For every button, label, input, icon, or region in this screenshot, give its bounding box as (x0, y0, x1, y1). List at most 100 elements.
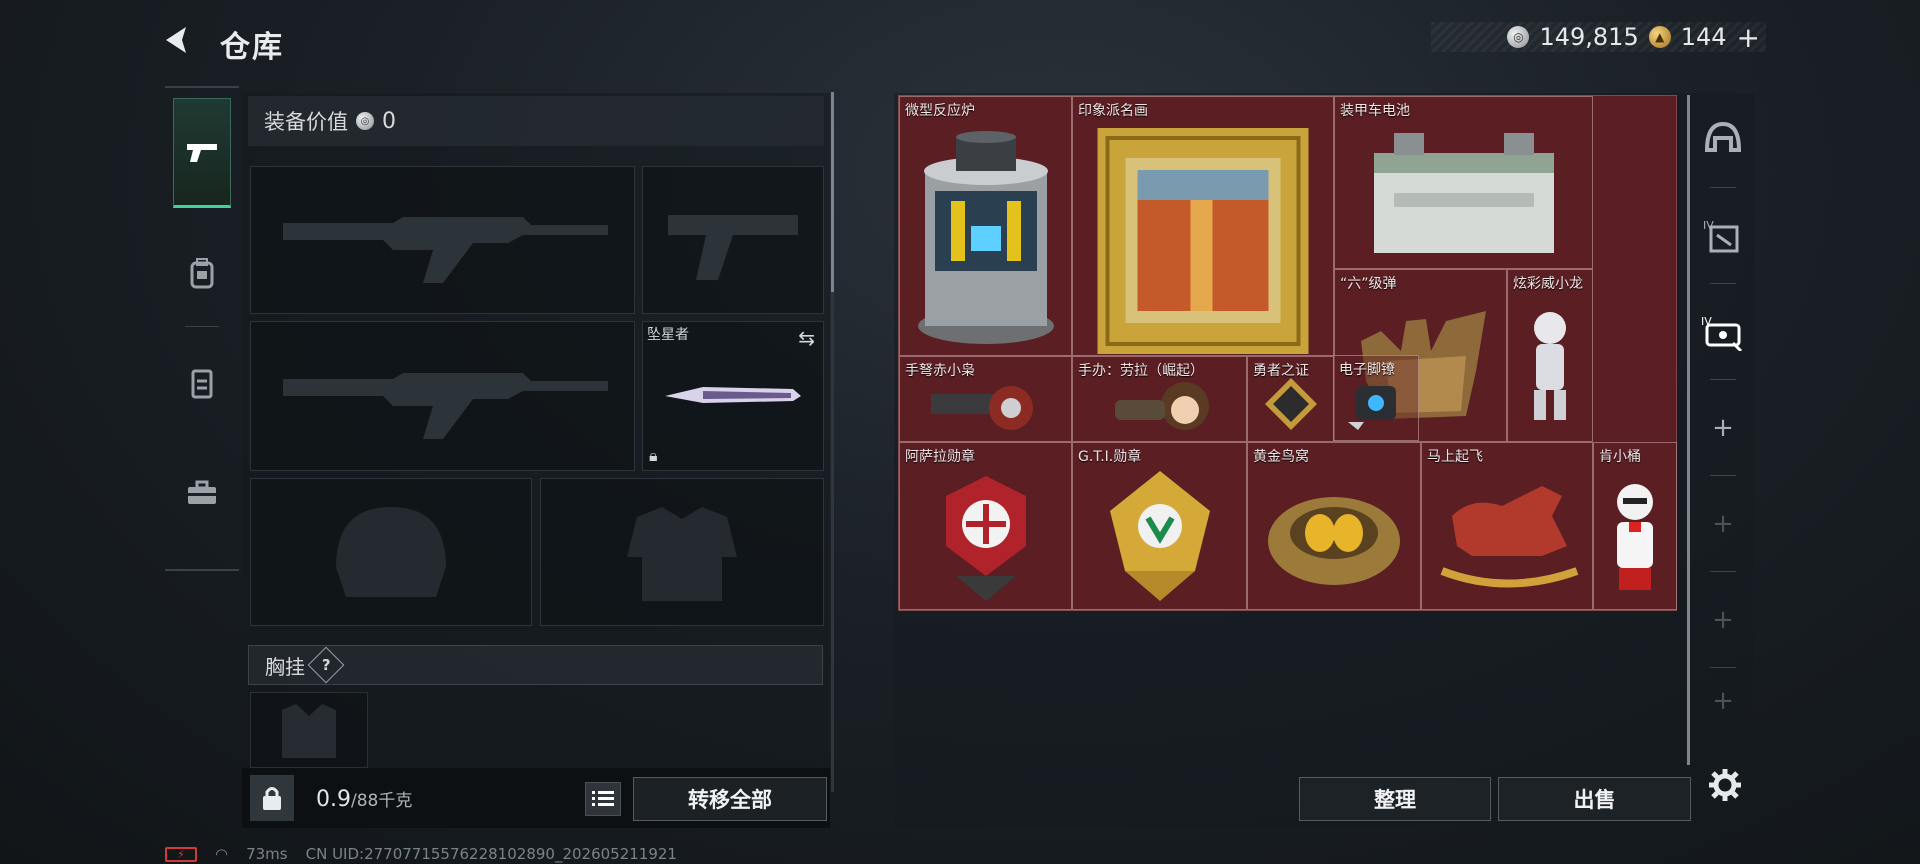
battery-icon: ⚡ (165, 846, 197, 862)
stash-item[interactable]: 肯小桶 (1593, 442, 1677, 610)
pistol-silhouette-icon (668, 215, 798, 280)
stash-item[interactable]: 电子脚镣 (1333, 355, 1419, 441)
filter-add-3[interactable]: + (1694, 575, 1752, 665)
equipment-value: 0 (382, 108, 396, 134)
lock-button[interactable] (250, 775, 294, 821)
filter-add-4[interactable]: + (1694, 671, 1752, 731)
weight-current: 0.9 (316, 787, 351, 812)
silver-coin-icon: ◎ (1507, 26, 1530, 48)
filter-rail: IV IV + + + + (1694, 93, 1752, 773)
tier-4-ticket-icon: IV (1701, 315, 1743, 351)
gear-icon (1709, 769, 1741, 801)
category-rail (165, 86, 239, 571)
lock-icon: 🔒︎ (649, 446, 658, 465)
category-weapons[interactable] (173, 98, 231, 208)
filter-tier-4-armor[interactable]: IV (1694, 191, 1752, 281)
crossbow-toy-icon (930, 386, 1033, 431)
weight-max: /88千克 (351, 791, 413, 811)
filter-add-1[interactable]: + (1694, 383, 1752, 473)
helmet-silhouette-icon (336, 507, 446, 597)
item-name: 阿萨拉勋章 (905, 449, 975, 465)
lock-icon (263, 787, 281, 810)
settings-button[interactable] (1702, 762, 1748, 808)
armor-slot[interactable] (540, 478, 824, 626)
page-title: 仓库 (220, 30, 284, 65)
secondary-weapon-slot[interactable] (250, 321, 635, 471)
rail-divider (185, 326, 219, 327)
tier-4-armor-icon: IV (1703, 219, 1739, 253)
stash-item[interactable]: 阿萨拉勋章 (899, 442, 1072, 610)
painting-icon (1097, 128, 1309, 355)
stash-item[interactable]: 印象派名画 (1072, 96, 1334, 356)
stash-item[interactable]: 马上起飞 (1421, 442, 1593, 610)
ping-readout: 73ms (246, 845, 288, 863)
chest-rig-silhouette-icon (282, 704, 336, 758)
item-name: 微型反应炉 (905, 103, 975, 119)
stash-item[interactable]: 微型反应炉 (899, 96, 1072, 356)
stash-item[interactable]: G.T.I.勋章 (1072, 442, 1247, 610)
badge-icon (1264, 378, 1317, 431)
gold-amount: 144 (1680, 23, 1727, 51)
item-name: 印象派名画 (1078, 103, 1148, 119)
filter-add-2[interactable]: + (1694, 479, 1752, 569)
add-icon: + (1712, 686, 1734, 716)
sidearm-slot[interactable] (642, 166, 824, 314)
status-bar: ⚡ ◠ 73ms CN UID:2770771557622810289​0_20… (165, 845, 677, 863)
list-view-button[interactable] (585, 782, 621, 816)
equipment-value-bar: 装备价值 ◎ 0 (248, 96, 824, 146)
silver-coin-icon: ◎ (356, 112, 374, 130)
sort-button[interactable]: 整理 (1299, 777, 1491, 821)
stash-item[interactable]: 炫彩威小龙 (1507, 269, 1593, 442)
stash-item[interactable]: 手办：劳拉（崛起） (1072, 356, 1247, 442)
item-name: G.T.I.勋章 (1078, 449, 1142, 465)
stash-item[interactable]: 勇者之证 (1247, 356, 1334, 442)
primary-weapon-slot[interactable] (250, 166, 635, 314)
stash-item[interactable]: 手弩赤小枭 (899, 356, 1072, 442)
equipment-scrollbar[interactable] (831, 92, 834, 792)
item-name: 装甲车电池 (1340, 103, 1410, 119)
add-icon: + (1712, 605, 1734, 635)
chest-rig-header: 胸挂 ? (248, 645, 823, 685)
stash-grid: 微型反应炉 印象派名画 装甲车电池 “六”级弹 炫彩威小龙 手弩赤小枭 手办：劳… (898, 95, 1677, 611)
ankle-monitor-icon (1348, 386, 1396, 430)
melee-slot[interactable]: 坠星者 ⇆ 🔒︎ (642, 321, 824, 471)
stash-item[interactable]: 黄金鸟窝 (1247, 442, 1421, 610)
stash-scrollbar[interactable] (1687, 95, 1690, 765)
medal-red-icon (945, 475, 1026, 601)
help-icon[interactable]: ? (307, 646, 345, 684)
swap-icon[interactable]: ⇆ (798, 326, 815, 350)
uid-readout: CN UID:2770771557622810289​0_20260521192… (305, 845, 677, 863)
equipment-value-label: 装备价值 (264, 110, 348, 134)
colonel-figure-icon (1617, 483, 1653, 590)
battery-icon (1373, 132, 1554, 253)
category-backpack[interactable] (173, 218, 231, 328)
figure-icon (1534, 311, 1566, 420)
currency-bar: ◎ 149,815 ▲ 144 + (1431, 21, 1766, 54)
gold-coin-icon: ▲ (1648, 26, 1671, 48)
throwing-knife-icon (665, 387, 801, 403)
chest-rig-label: 胸挂 (265, 654, 305, 679)
add-icon: + (1712, 509, 1734, 539)
category-vest[interactable] (173, 328, 231, 438)
filter-tier-4-ticket[interactable]: IV (1694, 287, 1752, 377)
reactor-icon (917, 131, 1054, 345)
body-armor-silhouette-icon (627, 507, 737, 601)
briefcase-icon (188, 480, 216, 504)
wifi-icon: ◠ (215, 845, 229, 863)
filter-helmet[interactable] (1694, 93, 1752, 183)
helmet-icon (1704, 121, 1742, 152)
sell-button[interactable]: 出售 (1498, 777, 1691, 821)
stash-item[interactable]: 装甲车电池 (1334, 96, 1593, 269)
vest-icon (191, 369, 213, 399)
helmet-slot[interactable] (250, 478, 532, 626)
figurine-icon (1114, 382, 1209, 431)
transfer-all-button[interactable]: 转移全部 (633, 777, 827, 821)
assault-rifle-silhouette-icon (282, 217, 608, 283)
chest-rig-slot[interactable] (250, 692, 368, 768)
item-name: “六”级弹 (1340, 276, 1397, 292)
add-currency-button[interactable]: + (1737, 21, 1760, 54)
golden-nest-icon (1268, 496, 1400, 585)
category-case[interactable] (173, 438, 231, 548)
back-button[interactable] (160, 18, 210, 62)
silver-amount: 149,815 (1539, 23, 1639, 51)
